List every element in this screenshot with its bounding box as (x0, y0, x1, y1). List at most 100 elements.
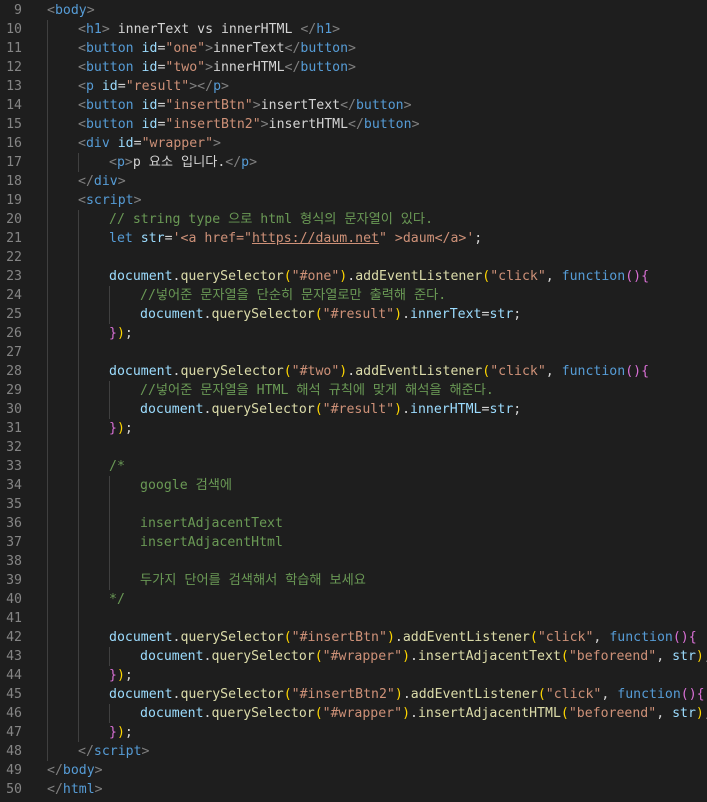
line-number: 19 (6, 193, 22, 208)
code-line[interactable]: 29 //넣어준 문자열을 HTML 해석 규칙에 맞게 해석을 해준다. (0, 381, 707, 400)
code-token: ( (537, 687, 546, 702)
code-token: = (164, 231, 173, 246)
code-line[interactable]: 18 </div> (0, 172, 707, 191)
code-line[interactable]: 13 <p id="result"></p> (0, 77, 707, 96)
code-text: document.querySelector("#insertBtn").add… (109, 628, 697, 647)
code-line[interactable]: 26}); (0, 324, 707, 343)
code-token: < (78, 41, 86, 56)
code-line[interactable]: 24 //넣어준 문자열을 단순히 문자열로만 출력해 준다. (0, 286, 707, 305)
code-line[interactable]: 17 <p>p 요소 입니다.</p> (0, 153, 707, 172)
code-token: document (140, 706, 204, 721)
code-token: id (101, 79, 118, 94)
code-line[interactable]: 21 let str='<a href="https://daum.net" >d… (0, 229, 707, 248)
code-line[interactable]: 15 <button id="insertBtn2">insertHTML</bu… (0, 115, 707, 134)
line-number: 33 (6, 459, 22, 474)
line-number: 35 (6, 497, 22, 512)
code-text: document.querySelector("#wrapper").inser… (140, 647, 707, 666)
code-line[interactable]: 23 document.querySelector("#one").addEven… (0, 267, 707, 286)
code-token: > (332, 22, 341, 37)
code-editor[interactable]: 9 <body> 10 <h1> innerText vs innerHTML </h… (0, 0, 707, 802)
line-number: 16 (6, 136, 22, 151)
code-token: p 요소 입니다. (132, 155, 226, 170)
code-line[interactable]: 14 <button id="insertBtn">insertText</but… (0, 96, 707, 115)
code-token: p (85, 79, 94, 94)
code-token: </ (47, 782, 63, 797)
code-line[interactable]: 41 (0, 609, 707, 628)
code-token: ( (314, 706, 323, 721)
code-line[interactable]: 35 (0, 495, 707, 514)
code-line[interactable]: 22 (0, 248, 707, 267)
line-number: 15 (6, 117, 22, 132)
code-text: }); (109, 419, 133, 438)
code-line[interactable]: 10 <h1> innerText vs innerHTML </h1> (0, 20, 707, 39)
code-line[interactable]: 39 두가지 단어를 검색해서 학습해 보세요 (0, 571, 707, 590)
line-number: 31 (6, 421, 22, 436)
code-token: </ (225, 155, 242, 170)
code-text: }); (109, 324, 133, 343)
code-token: ; (513, 402, 522, 417)
code-line[interactable]: 33 /* (0, 457, 707, 476)
code-token: > (86, 3, 95, 18)
code-text: <button id="insertBtn">insertText</butto… (78, 96, 412, 115)
code-line[interactable]: 30 document.querySelector("#result").inne… (0, 400, 707, 419)
code-token: > (94, 763, 103, 778)
code-token: > (205, 41, 214, 56)
line-number: 47 (6, 725, 22, 740)
code-token: ( (314, 402, 323, 417)
code-line[interactable]: 40 */ (0, 590, 707, 609)
code-token: " >daum</a>' (379, 231, 475, 246)
line-number: 22 (6, 250, 22, 265)
code-token: ) (116, 668, 125, 683)
code-line[interactable]: 32 (0, 438, 707, 457)
code-line[interactable]: 34 google 검색에 (0, 476, 707, 495)
code-token: > (403, 98, 412, 113)
code-token: "insertBtn2" (165, 117, 261, 132)
code-token: ( (482, 364, 491, 379)
code-token: > (141, 744, 150, 759)
code-line[interactable]: 19 <script> (0, 191, 707, 210)
code-line[interactable]: 47}); (0, 723, 707, 742)
code-line[interactable]: 9 <body> (0, 1, 707, 20)
code-line[interactable]: 11 <button id="one">innerText</button> (0, 39, 707, 58)
code-line[interactable]: 45 document.querySelector("#insertBtn2").… (0, 685, 707, 704)
code-line[interactable]: 42 document.querySelector("#insertBtn").a… (0, 628, 707, 647)
code-token: </ (47, 763, 63, 778)
code-token: document (140, 307, 204, 322)
line-number: 24 (6, 288, 22, 303)
code-line[interactable]: 44}); (0, 666, 707, 685)
code-text: <button id="one">innerText</button> (78, 39, 356, 58)
line-number: 48 (6, 744, 22, 759)
code-line[interactable]: 27 (0, 343, 707, 362)
code-line[interactable]: 25 document.querySelector("#result").inne… (0, 305, 707, 324)
code-line[interactable]: 28 document.querySelector("#two").addEven… (0, 362, 707, 381)
code-text: }); (109, 723, 133, 742)
code-token: </ (348, 117, 364, 132)
code-token: id (141, 41, 158, 56)
code-line[interactable]: 36 insertAdjacentText (0, 514, 707, 533)
code-line[interactable]: 46 document.querySelector("#wrapper").ins… (0, 704, 707, 723)
code-token: google 검색에 (140, 478, 232, 493)
code-line[interactable]: 37 insertAdjacentHtml (0, 533, 707, 552)
code-line[interactable]: 31}); (0, 419, 707, 438)
code-line[interactable]: 20 // string type 으로 html 형식의 문자열이 있다. (0, 210, 707, 229)
code-line[interactable]: 12 <button id="two">innerHTML</button> (0, 58, 707, 77)
code-token: . (410, 706, 418, 721)
code-line[interactable]: 48 </script> (0, 742, 707, 761)
code-line[interactable]: 43 document.querySelector("#wrapper").ins… (0, 647, 707, 666)
code-token: < (78, 117, 86, 132)
code-line[interactable]: 16 <div id="wrapper"> (0, 134, 707, 153)
code-line[interactable]: 49 </body> (0, 761, 707, 780)
line-number: 40 (6, 592, 22, 607)
code-token: ) (402, 706, 411, 721)
code-line[interactable]: 50 </html> (0, 780, 707, 799)
code-token: > (101, 22, 110, 37)
code-token: document (109, 687, 173, 702)
code-token: . (402, 402, 411, 417)
code-token: body (54, 3, 87, 18)
code-text: </html> (47, 780, 103, 799)
line-number: 21 (6, 231, 22, 246)
code-line[interactable]: 38 (0, 552, 707, 571)
